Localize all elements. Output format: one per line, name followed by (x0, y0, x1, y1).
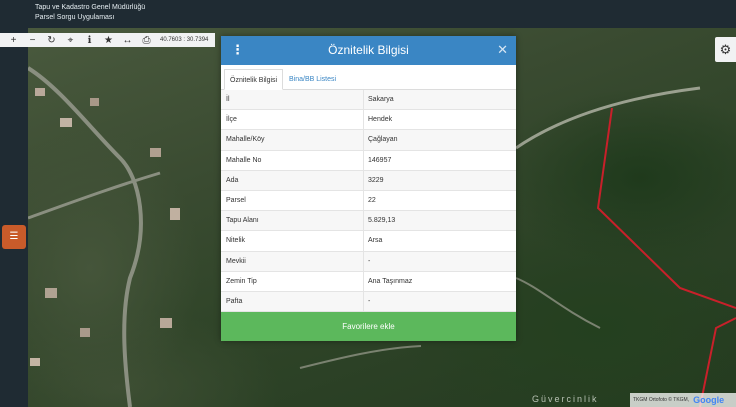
table-row: Mevkii - (221, 251, 516, 272)
attribute-table: İl Sakarya İlçe Hendek Mahalle/Köy Çağlayan Ma… (221, 90, 516, 313)
attribute-key: Mevkii (226, 257, 246, 265)
print-icon[interactable]: ⎙ (137, 33, 156, 47)
column-divider (363, 130, 364, 150)
hamburger-icon[interactable]: ☰ (2, 225, 26, 249)
table-row: Pafta - (221, 291, 516, 313)
refresh-icon[interactable]: ↻ (42, 33, 61, 47)
bookmark-star-icon[interactable]: ★ (99, 33, 118, 47)
attribute-key: Mahalle No (226, 156, 262, 164)
agency-title: Tapu ve Kadastro Genel Müdürlüğü (35, 4, 146, 11)
zoom-in-icon[interactable]: + (4, 33, 23, 47)
dialog-header: ⋮ Öznitelik Bilgisi ✕ (221, 36, 516, 65)
attribute-key: Zemin Tip (226, 277, 257, 285)
column-divider (363, 231, 364, 251)
app-header: Tapu ve Kadastro Genel Müdürlüğü Parsel … (0, 0, 736, 28)
table-row: Zemin Tip Ana Taşınmaz (221, 271, 516, 292)
column-divider (363, 190, 364, 211)
google-logo: Google (693, 395, 725, 405)
attribute-value: Arsa (368, 237, 383, 245)
table-row: İlçe Hendek (221, 110, 516, 131)
coordinate-readout: 40.7603 : 30.7394 (160, 37, 209, 43)
map-place-label: Güvercinlik (532, 394, 599, 404)
attribute-value: Ana Taşınmaz (368, 277, 413, 285)
dialog-tabs: Öznitelik Bilgisi Bina/BB Listesi (221, 65, 516, 90)
table-row: Nitelik Arsa (221, 231, 516, 252)
attribute-value: Çağlayan (368, 136, 398, 144)
attribute-value: - (368, 257, 371, 265)
column-divider (363, 291, 364, 312)
dialog-title: Öznitelik Bilgisi (328, 43, 409, 57)
table-row: Tapu Alanı 5.829,13 (221, 211, 516, 232)
table-row: Ada 3229 (221, 170, 516, 191)
attribute-value: 3229 (368, 176, 384, 184)
side-panel: ☰ (0, 28, 28, 407)
attribute-key: İl (226, 96, 230, 103)
attribute-key: Pafta (226, 297, 243, 305)
attribution-text: TKGM Ortofoto © TKGM, (633, 397, 690, 403)
column-divider (363, 211, 364, 231)
attribute-key: Ada (226, 176, 239, 184)
map-toolbar: + − ↻ ⌖ ℹ ★ ↔ ⎙ 40.7603 : 30.7394 (0, 33, 215, 47)
attribute-key: İlçe (226, 116, 237, 124)
column-divider (363, 170, 364, 190)
parcel-boundary (596, 107, 736, 309)
locate-icon[interactable]: ⌖ (61, 33, 80, 47)
column-divider (363, 271, 364, 291)
tab-attribute-info[interactable]: Öznitelik Bilgisi (224, 69, 284, 90)
attribute-value: 22 (368, 196, 376, 204)
column-divider (363, 110, 364, 130)
info-icon[interactable]: ℹ (80, 33, 99, 47)
attribute-value: Sakarya (368, 96, 394, 103)
attribute-value: - (368, 297, 371, 305)
attribute-key: Tapu Alanı (226, 217, 259, 225)
table-row: Mahalle No 146957 (221, 150, 516, 171)
map-attribution: TKGM Ortofoto © TKGM, Google (630, 393, 736, 407)
table-row: Parsel 22 (221, 190, 516, 212)
attribute-key: Mahalle/Köy (226, 136, 265, 144)
column-divider (363, 251, 364, 271)
table-row: İl Sakarya (221, 90, 516, 111)
attribute-value: Hendek (368, 116, 393, 124)
attribute-key: Nitelik (226, 237, 246, 245)
column-divider (363, 150, 364, 170)
close-icon[interactable]: ✕ (497, 42, 508, 58)
app-title: Parsel Sorgu Uygulaması (35, 14, 115, 21)
add-to-favorites-button[interactable]: Favorilere ekle (221, 312, 516, 341)
attribute-value: 146957 (368, 156, 392, 164)
tab-building-list[interactable]: Bina/BB Listesi (284, 69, 341, 90)
table-row: Mahalle/Köy Çağlayan (221, 130, 516, 151)
measure-icon[interactable]: ↔ (118, 33, 137, 47)
attribute-info-dialog: ⋮ Öznitelik Bilgisi ✕ Öznitelik Bilgisi … (221, 36, 516, 341)
attribute-key: Parsel (226, 196, 246, 204)
zoom-out-icon[interactable]: − (23, 33, 42, 47)
column-divider (363, 90, 364, 110)
attribute-value: 5.829,13 (368, 217, 396, 225)
gear-icon[interactable]: ⚙ (715, 37, 736, 62)
